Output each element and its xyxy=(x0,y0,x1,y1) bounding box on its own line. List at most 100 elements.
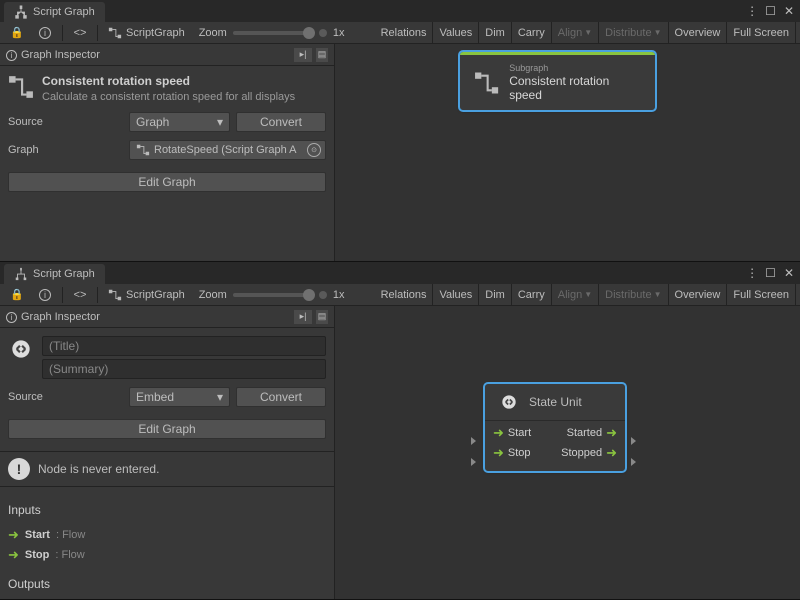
tab-label: Script Graph xyxy=(33,6,95,18)
toolbar-dim-button[interactable]: Dim xyxy=(479,284,512,305)
toolbar-distribute-button[interactable]: Distribute ▼ xyxy=(599,22,668,43)
edit-graph-button[interactable]: Edit Graph xyxy=(8,419,326,439)
zoom-knob-extra xyxy=(319,291,327,299)
edit-graph-button[interactable]: Edit Graph xyxy=(8,172,326,192)
variables-button[interactable]: <> xyxy=(67,24,93,42)
flow-arrow-icon: ➜ xyxy=(606,445,617,461)
info-button[interactable]: i xyxy=(32,286,58,304)
port-socket-in[interactable] xyxy=(471,458,476,466)
port-socket-in[interactable] xyxy=(471,437,476,445)
graph-canvas[interactable]: Subgraph Consistent rotation speed xyxy=(335,44,800,261)
toolbar-relations-button[interactable]: Relations xyxy=(375,22,434,43)
toolbar-dim-button[interactable]: Dim xyxy=(479,22,512,43)
zoom-control: Zoom 1x xyxy=(193,27,351,39)
options-button[interactable]: ▤ xyxy=(316,310,328,324)
graph-inspector: iGraph Inspector ▸| ▤ (Title) (Summary) … xyxy=(0,306,335,599)
toolbar-values-button[interactable]: Values xyxy=(433,22,479,43)
node-summary: Calculate a consistent rotation speed fo… xyxy=(42,90,295,104)
node-title: Consistent rotation speed xyxy=(42,74,190,88)
info-icon: i xyxy=(6,312,17,323)
title-input[interactable]: (Title) xyxy=(42,336,326,356)
port-socket-out[interactable] xyxy=(631,437,636,445)
toolbar-values-button[interactable]: Values xyxy=(433,284,479,305)
toolbar-distribute-button[interactable]: Distribute ▼ xyxy=(599,284,668,305)
port-row: ➜StartStarted➜ xyxy=(493,425,617,441)
state-unit-node[interactable]: State Unit ➜StartStarted➜➜StopStopped➜ xyxy=(485,384,625,471)
inspector-header: Graph Inspector xyxy=(21,49,100,61)
state-unit-icon xyxy=(8,336,34,362)
maximize-icon[interactable]: ☐ xyxy=(765,266,776,280)
flow-arrow-icon: ➜ xyxy=(8,527,19,543)
hierarchy-icon xyxy=(14,267,28,281)
subgraph-node[interactable]: Subgraph Consistent rotation speed xyxy=(460,52,655,110)
flow-arrow-icon: ➜ xyxy=(493,425,504,441)
toolbar-align-button[interactable]: Align ▼ xyxy=(552,22,599,43)
flow-arrow-icon: ➜ xyxy=(493,445,504,461)
kebab-menu-icon[interactable]: ⋮ xyxy=(746,266,757,280)
source-dropdown[interactable]: Embed▾ xyxy=(129,387,230,407)
toolbar-relations-button[interactable]: Relations xyxy=(375,284,434,305)
window-controls: ⋮ ☐ ✕ xyxy=(746,4,794,18)
toolbar-right-group: RelationsValuesDimCarryAlign ▼Distribute… xyxy=(375,22,796,43)
maximize-icon[interactable]: ☐ xyxy=(765,4,776,18)
options-button[interactable]: ▤ xyxy=(316,48,328,62)
tab-script-graph[interactable]: Script Graph xyxy=(4,264,105,284)
zoom-slider[interactable] xyxy=(233,293,313,297)
tab-bar: Script Graph ⋮ ☐ ✕ xyxy=(0,0,800,22)
toolbar-carry-button[interactable]: Carry xyxy=(512,284,552,305)
subgraph-icon xyxy=(8,74,34,100)
collapse-button[interactable]: ▸| xyxy=(294,310,312,324)
toolbar-full-screen-button[interactable]: Full Screen xyxy=(727,284,796,305)
port-row: ➜StopStopped➜ xyxy=(493,445,617,461)
zoom-knob-extra xyxy=(319,29,327,37)
lock-button[interactable]: 🔒 xyxy=(4,286,30,304)
state-unit-icon xyxy=(499,392,519,412)
breadcrumb-label: ScriptGraph xyxy=(126,27,185,39)
source-label: Source xyxy=(8,116,123,128)
graph-icon xyxy=(108,26,122,40)
breadcrumb[interactable]: ScriptGraph xyxy=(102,26,191,40)
toolbar-overview-button[interactable]: Overview xyxy=(669,22,728,43)
graph-asset-field[interactable]: RotateSpeed (Script Graph A ⊙ xyxy=(129,140,326,160)
script-graph-panel-bottom: Script Graph ⋮ ☐ ✕ 🔒 i <> ScriptGraph Zo… xyxy=(0,262,800,600)
script-graph-panel-top: Script Graph ⋮ ☐ ✕ 🔒 i <> ScriptGraph Zo… xyxy=(0,0,800,262)
main-toolbar: 🔒 i <> ScriptGraph Zoom 1x RelationsValu… xyxy=(0,22,800,44)
zoom-value: 1x xyxy=(333,27,345,39)
zoom-slider[interactable] xyxy=(233,31,313,35)
kebab-menu-icon[interactable]: ⋮ xyxy=(746,4,757,18)
node-title: Consistent rotation speed xyxy=(509,74,641,102)
zoom-value: 1x xyxy=(333,289,345,301)
tab-bar: Script Graph ⋮ ☐ ✕ xyxy=(0,262,800,284)
subgraph-icon xyxy=(474,70,499,96)
braces-icon: <> xyxy=(74,289,87,301)
info-button[interactable]: i xyxy=(32,24,58,42)
convert-button[interactable]: Convert xyxy=(236,387,326,407)
source-dropdown[interactable]: Graph▾ xyxy=(129,112,230,132)
port-socket-out[interactable] xyxy=(631,458,636,466)
toolbar-overview-button[interactable]: Overview xyxy=(669,284,728,305)
breadcrumb[interactable]: ScriptGraph xyxy=(102,288,191,302)
close-icon[interactable]: ✕ xyxy=(784,266,794,280)
toolbar-carry-button[interactable]: Carry xyxy=(512,22,552,43)
node-subtitle: Subgraph xyxy=(509,63,641,73)
info-icon: i xyxy=(6,50,17,61)
toolbar-full-screen-button[interactable]: Full Screen xyxy=(727,22,796,43)
lock-button[interactable]: 🔒 xyxy=(4,24,30,42)
convert-button[interactable]: Convert xyxy=(236,112,326,132)
graph-canvas[interactable]: State Unit ➜StartStarted➜➜StopStopped➜ xyxy=(335,306,800,599)
summary-input[interactable]: (Summary) xyxy=(42,359,326,379)
inputs-header: Inputs xyxy=(8,503,326,517)
close-icon[interactable]: ✕ xyxy=(784,4,794,18)
graph-icon xyxy=(136,143,150,157)
input-port-row: ➜ Stop : Flow xyxy=(8,545,326,565)
info-icon: i xyxy=(39,27,51,39)
graph-icon xyxy=(108,288,122,302)
toolbar-align-button[interactable]: Align ▼ xyxy=(552,284,599,305)
zoom-label: Zoom xyxy=(199,289,227,301)
source-label: Source xyxy=(8,391,123,403)
tab-script-graph[interactable]: Script Graph xyxy=(4,2,105,22)
collapse-button[interactable]: ▸| xyxy=(294,48,312,62)
chevron-down-icon: ▾ xyxy=(217,390,223,404)
variables-button[interactable]: <> xyxy=(67,286,93,304)
object-picker-icon[interactable]: ⊙ xyxy=(307,143,321,157)
